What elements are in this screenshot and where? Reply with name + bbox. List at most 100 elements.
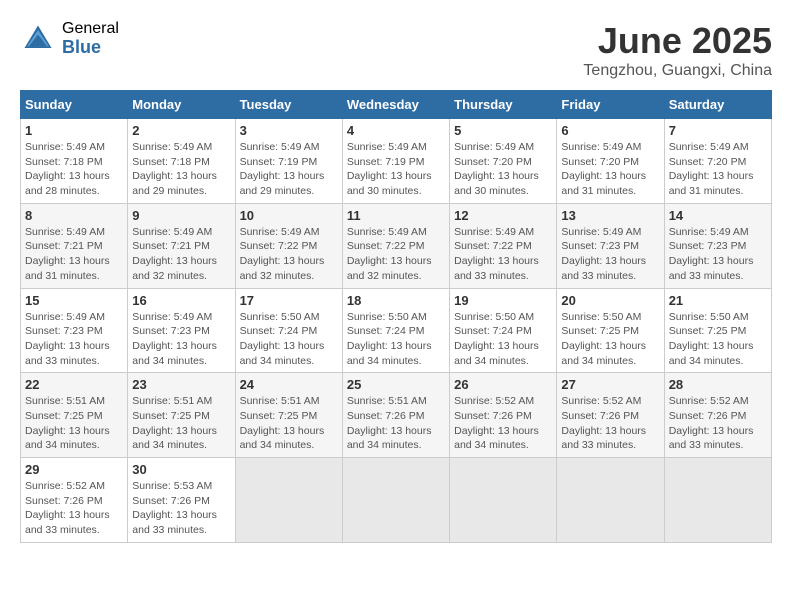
day-number: 17	[240, 293, 338, 308]
calendar-cell: 2Sunrise: 5:49 AM Sunset: 7:18 PM Daylig…	[128, 119, 235, 204]
day-info: Sunrise: 5:52 AM Sunset: 7:26 PM Dayligh…	[561, 394, 659, 453]
calendar-week-row: 15Sunrise: 5:49 AM Sunset: 7:23 PM Dayli…	[21, 288, 772, 373]
day-info: Sunrise: 5:49 AM Sunset: 7:20 PM Dayligh…	[454, 140, 552, 199]
logo: General Blue	[20, 20, 119, 57]
calendar-cell: 18Sunrise: 5:50 AM Sunset: 7:24 PM Dayli…	[342, 288, 449, 373]
day-info: Sunrise: 5:49 AM Sunset: 7:22 PM Dayligh…	[347, 225, 445, 284]
day-number: 3	[240, 123, 338, 138]
day-number: 28	[669, 377, 767, 392]
calendar-cell: 19 Sunrise: 5:50 AM Sunset: 7:24 PM Dayli…	[450, 288, 557, 373]
day-info: Sunrise: 5:49 AM Sunset: 7:22 PM Dayligh…	[454, 225, 552, 284]
day-number: 4	[347, 123, 445, 138]
calendar-cell: 30Sunrise: 5:53 AM Sunset: 7:26 PM Dayli…	[128, 458, 235, 543]
day-info: Sunrise: 5:52 AM Sunset: 7:26 PM Dayligh…	[669, 394, 767, 453]
title-area: June 2025 Tengzhou, Guangxi, China	[583, 20, 772, 80]
day-number: 22	[25, 377, 123, 392]
day-info: Sunrise: 5:50 AM Sunset: 7:24 PM Dayligh…	[240, 310, 338, 369]
weekday-header-saturday: Saturday	[664, 91, 771, 119]
day-number: 13	[561, 208, 659, 223]
day-info: Sunrise: 5:49 AM Sunset: 7:20 PM Dayligh…	[669, 140, 767, 199]
calendar-cell	[342, 458, 449, 543]
day-info: Sunrise: 5:49 AM Sunset: 7:21 PM Dayligh…	[132, 225, 230, 284]
day-number: 26	[454, 377, 552, 392]
day-number: 11	[347, 208, 445, 223]
day-number: 19	[454, 293, 552, 308]
day-info: Sunrise: 5:50 AM Sunset: 7:25 PM Dayligh…	[561, 310, 659, 369]
day-number: 25	[347, 377, 445, 392]
day-info: Sunrise: 5:51 AM Sunset: 7:25 PM Dayligh…	[240, 394, 338, 453]
day-info: Sunrise: 5:52 AM Sunset: 7:26 PM Dayligh…	[25, 479, 123, 538]
day-number: 9	[132, 208, 230, 223]
calendar-table: SundayMondayTuesdayWednesdayThursdayFrid…	[20, 90, 772, 543]
calendar-cell	[235, 458, 342, 543]
day-info: Sunrise: 5:49 AM Sunset: 7:21 PM Dayligh…	[25, 225, 123, 284]
calendar-cell: 8 Sunrise: 5:49 AM Sunset: 7:21 PM Daylig…	[21, 203, 128, 288]
weekday-header-thursday: Thursday	[450, 91, 557, 119]
day-number: 21	[669, 293, 767, 308]
day-number: 29	[25, 462, 123, 477]
calendar-cell: 28 Sunrise: 5:52 AM Sunset: 7:26 PM Dayli…	[664, 373, 771, 458]
calendar-cell: 22 Sunrise: 5:51 AM Sunset: 7:25 PM Dayli…	[21, 373, 128, 458]
day-info: Sunrise: 5:49 AM Sunset: 7:23 PM Dayligh…	[669, 225, 767, 284]
day-number: 18	[347, 293, 445, 308]
calendar-cell: 12 Sunrise: 5:49 AM Sunset: 7:22 PM Dayli…	[450, 203, 557, 288]
day-info: Sunrise: 5:51 AM Sunset: 7:25 PM Dayligh…	[25, 394, 123, 453]
day-number: 16	[132, 293, 230, 308]
calendar-cell: 16 Sunrise: 5:49 AM Sunset: 7:23 PM Dayli…	[128, 288, 235, 373]
weekday-header-tuesday: Tuesday	[235, 91, 342, 119]
day-number: 23	[132, 377, 230, 392]
calendar-cell	[664, 458, 771, 543]
day-info: Sunrise: 5:51 AM Sunset: 7:26 PM Dayligh…	[347, 394, 445, 453]
day-info: Sunrise: 5:49 AM Sunset: 7:18 PM Dayligh…	[25, 140, 123, 199]
day-number: 6	[561, 123, 659, 138]
calendar-cell: 10 Sunrise: 5:49 AM Sunset: 7:22 PM Dayli…	[235, 203, 342, 288]
calendar-week-row: 8 Sunrise: 5:49 AM Sunset: 7:21 PM Daylig…	[21, 203, 772, 288]
header: General Blue June 2025 Tengzhou, Guangxi…	[20, 20, 772, 80]
day-info: Sunrise: 5:49 AM Sunset: 7:18 PM Dayligh…	[132, 140, 230, 199]
calendar-cell: 21 Sunrise: 5:50 AM Sunset: 7:25 PM Dayli…	[664, 288, 771, 373]
location-title: Tengzhou, Guangxi, China	[583, 62, 772, 80]
calendar-cell: 14Sunrise: 5:49 AM Sunset: 7:23 PM Dayli…	[664, 203, 771, 288]
calendar-cell: 15Sunrise: 5:49 AM Sunset: 7:23 PM Dayli…	[21, 288, 128, 373]
day-number: 1	[25, 123, 123, 138]
logo-icon	[20, 21, 56, 57]
day-number: 10	[240, 208, 338, 223]
calendar-cell: 17 Sunrise: 5:50 AM Sunset: 7:24 PM Dayli…	[235, 288, 342, 373]
day-info: Sunrise: 5:49 AM Sunset: 7:23 PM Dayligh…	[25, 310, 123, 369]
day-info: Sunrise: 5:49 AM Sunset: 7:19 PM Dayligh…	[240, 140, 338, 199]
day-info: Sunrise: 5:52 AM Sunset: 7:26 PM Dayligh…	[454, 394, 552, 453]
calendar-cell	[450, 458, 557, 543]
day-info: Sunrise: 5:49 AM Sunset: 7:23 PM Dayligh…	[132, 310, 230, 369]
weekday-header-friday: Friday	[557, 91, 664, 119]
day-info: Sunrise: 5:49 AM Sunset: 7:19 PM Dayligh…	[347, 140, 445, 199]
day-info: Sunrise: 5:49 AM Sunset: 7:23 PM Dayligh…	[561, 225, 659, 284]
day-info: Sunrise: 5:49 AM Sunset: 7:22 PM Dayligh…	[240, 225, 338, 284]
day-info: Sunrise: 5:50 AM Sunset: 7:25 PM Dayligh…	[669, 310, 767, 369]
day-number: 5	[454, 123, 552, 138]
calendar-cell: 3 Sunrise: 5:49 AM Sunset: 7:19 PM Daylig…	[235, 119, 342, 204]
day-number: 24	[240, 377, 338, 392]
day-number: 30	[132, 462, 230, 477]
calendar-cell: 4 Sunrise: 5:49 AM Sunset: 7:19 PM Daylig…	[342, 119, 449, 204]
weekday-header-row: SundayMondayTuesdayWednesdayThursdayFrid…	[21, 91, 772, 119]
calendar-cell: 25 Sunrise: 5:51 AM Sunset: 7:26 PM Dayli…	[342, 373, 449, 458]
day-number: 8	[25, 208, 123, 223]
weekday-header-wednesday: Wednesday	[342, 91, 449, 119]
day-info: Sunrise: 5:51 AM Sunset: 7:25 PM Dayligh…	[132, 394, 230, 453]
calendar-cell: 11 Sunrise: 5:49 AM Sunset: 7:22 PM Dayli…	[342, 203, 449, 288]
day-number: 12	[454, 208, 552, 223]
month-title: June 2025	[583, 20, 772, 62]
day-info: Sunrise: 5:49 AM Sunset: 7:20 PM Dayligh…	[561, 140, 659, 199]
day-number: 20	[561, 293, 659, 308]
day-info: Sunrise: 5:50 AM Sunset: 7:24 PM Dayligh…	[454, 310, 552, 369]
calendar-cell: 26 Sunrise: 5:52 AM Sunset: 7:26 PM Dayli…	[450, 373, 557, 458]
day-number: 27	[561, 377, 659, 392]
calendar-cell: 6 Sunrise: 5:49 AM Sunset: 7:20 PM Daylig…	[557, 119, 664, 204]
calendar-cell: 13 Sunrise: 5:49 AM Sunset: 7:23 PM Dayli…	[557, 203, 664, 288]
calendar-cell	[557, 458, 664, 543]
calendar-cell: 9 Sunrise: 5:49 AM Sunset: 7:21 PM Daylig…	[128, 203, 235, 288]
calendar-week-row: 1 Sunrise: 5:49 AM Sunset: 7:18 PM Daylig…	[21, 119, 772, 204]
day-number: 7	[669, 123, 767, 138]
calendar-cell: 24 Sunrise: 5:51 AM Sunset: 7:25 PM Dayli…	[235, 373, 342, 458]
calendar-cell: 1 Sunrise: 5:49 AM Sunset: 7:18 PM Daylig…	[21, 119, 128, 204]
